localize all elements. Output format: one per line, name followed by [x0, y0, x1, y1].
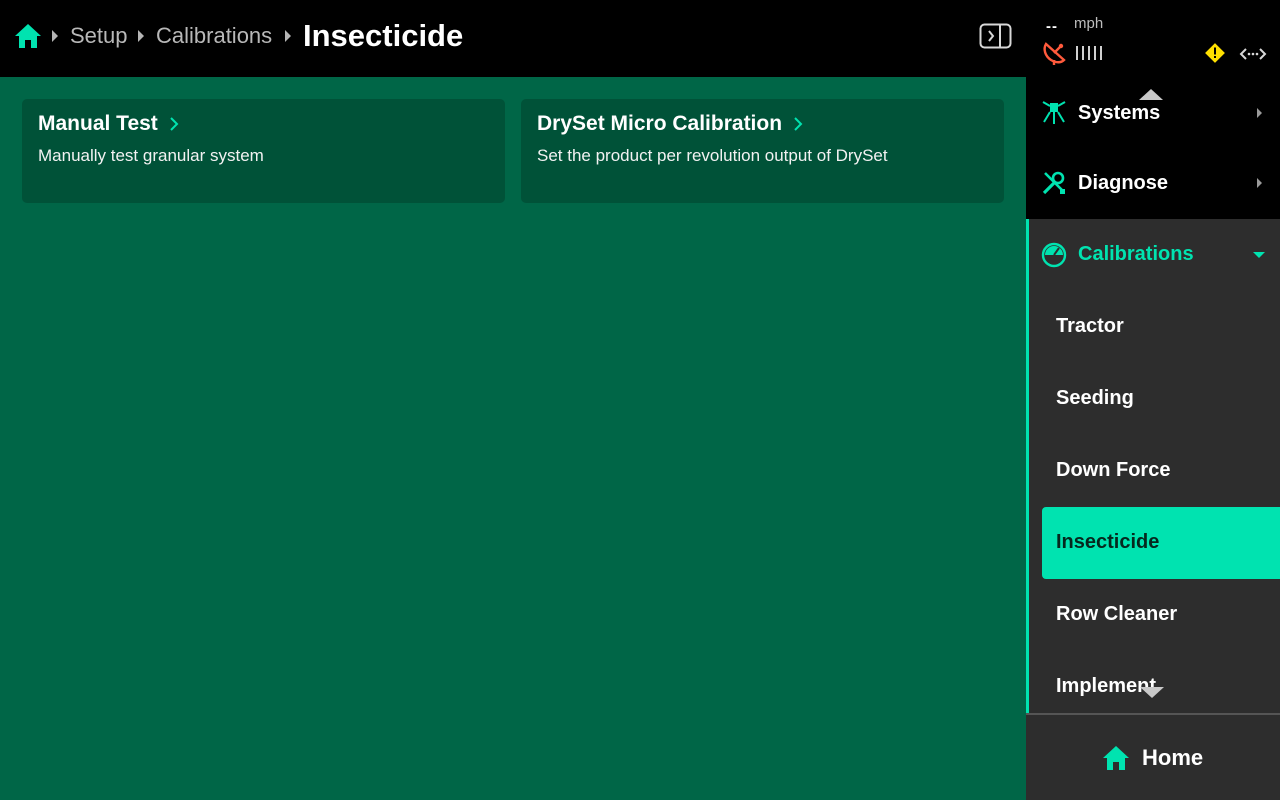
speed-value: --	[1046, 18, 1058, 35]
card-title: Manual Test	[38, 112, 158, 135]
side-navigation: Systems Diagnose Calibrations Tractor Se…	[1026, 77, 1280, 713]
speed-unit: mph	[1074, 15, 1104, 32]
nav-item-systems[interactable]: Systems	[1026, 77, 1280, 149]
panel-toggle-icon[interactable]	[979, 23, 1012, 49]
breadcrumb-separator-icon	[285, 30, 291, 42]
card-title: DrySet Micro Calibration	[537, 112, 783, 135]
submenu-item-seeding[interactable]: Seeding	[1042, 363, 1280, 435]
scroll-down-icon[interactable]	[1140, 687, 1164, 698]
wrench-screwdriver-icon	[1042, 171, 1065, 195]
submenu-label: Down Force	[1056, 459, 1171, 481]
systems-icon	[1042, 101, 1066, 124]
submenu-item-down-force[interactable]: Down Force	[1042, 435, 1280, 507]
card-description: Set the product per revolution output of…	[537, 146, 888, 165]
chevron-right-icon	[794, 117, 803, 131]
home-button-label: Home	[1142, 745, 1204, 770]
chevron-right-icon	[1257, 178, 1262, 188]
dryset-micro-calibration-card[interactable]: DrySet Micro Calibration Set the product…	[521, 99, 1004, 203]
manual-test-card[interactable]: Manual Test Manually test granular syste…	[22, 99, 505, 203]
card-description: Manually test granular system	[38, 146, 264, 165]
home-icon[interactable]	[14, 22, 42, 50]
submenu-label: Seeding	[1056, 387, 1134, 409]
gauge-icon	[1041, 242, 1067, 268]
breadcrumb-separator-icon	[52, 30, 58, 42]
signal-bars-icon	[1076, 46, 1102, 60]
chevron-right-icon	[170, 117, 179, 131]
submenu-label: Insecticide	[1056, 531, 1160, 553]
top-bar: Setup Calibrations Insecticide	[0, 0, 1026, 77]
submenu-label: Row Cleaner	[1056, 603, 1178, 625]
breadcrumb-setup[interactable]: Setup	[70, 22, 128, 50]
home-button[interactable]: Home	[1026, 713, 1280, 800]
status-area: -- mph	[1026, 0, 1280, 77]
connection-icon[interactable]	[1239, 44, 1267, 64]
nav-label: Diagnose	[1078, 171, 1169, 194]
breadcrumb-separator-icon	[138, 30, 144, 42]
nav-label: Calibrations	[1078, 243, 1194, 265]
page-title: Insecticide	[303, 18, 464, 53]
submenu-label: Tractor	[1056, 315, 1124, 337]
submenu-item-row-cleaner[interactable]: Row Cleaner	[1042, 579, 1280, 651]
chevron-down-icon	[1253, 252, 1265, 258]
main-content: Manual Test Manually test granular syste…	[0, 77, 1026, 800]
warning-icon[interactable]	[1204, 42, 1226, 64]
submenu-item-insecticide[interactable]: Insecticide	[1042, 507, 1280, 579]
home-icon	[1103, 746, 1129, 770]
breadcrumb-calibrations[interactable]: Calibrations	[156, 22, 272, 50]
calibrations-submenu: Calibrations Tractor Seeding Down Force …	[1026, 219, 1280, 713]
nav-item-calibrations[interactable]: Calibrations	[1029, 219, 1280, 291]
chevron-right-icon	[1257, 108, 1262, 118]
submenu-item-tractor[interactable]: Tractor	[1042, 291, 1280, 363]
gps-satellite-icon[interactable]	[1041, 40, 1067, 66]
nav-label: Systems	[1078, 101, 1161, 124]
nav-item-diagnose[interactable]: Diagnose	[1026, 147, 1280, 219]
